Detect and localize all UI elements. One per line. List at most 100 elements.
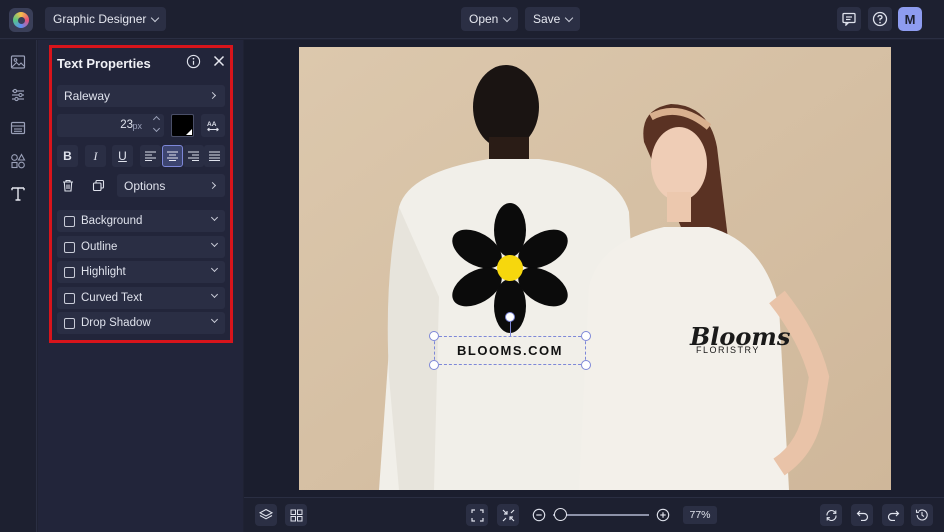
- resize-handle-top-right[interactable]: [581, 331, 591, 341]
- zoom-out-button[interactable]: [532, 508, 546, 527]
- refresh-icon: [825, 509, 837, 521]
- history-button[interactable]: [911, 504, 933, 526]
- top-bar: Graphic Designer Open Save M: [0, 0, 944, 39]
- selected-text-box[interactable]: BLOOMS.COM: [434, 336, 586, 365]
- expand-icon: [470, 508, 484, 522]
- graphics-tool-button[interactable]: [9, 152, 27, 170]
- fit-to-screen-button[interactable]: [466, 504, 488, 526]
- help-button[interactable]: [868, 7, 892, 31]
- save-label: Save: [533, 12, 561, 26]
- resize-handle-top-left[interactable]: [429, 331, 439, 341]
- drop-shadow-checkbox[interactable]: [64, 317, 75, 329]
- selected-text-value: BLOOMS.COM: [457, 343, 563, 358]
- chevron-down-icon: [210, 213, 219, 222]
- image-tool-button[interactable]: [9, 53, 27, 71]
- redo-button[interactable]: [882, 504, 904, 526]
- decrement-icon[interactable]: [152, 124, 161, 133]
- resize-handle-bottom-left[interactable]: [429, 360, 439, 370]
- undo-button[interactable]: [851, 504, 873, 526]
- bold-button[interactable]: B: [57, 145, 78, 167]
- chevron-right-icon: [208, 181, 217, 190]
- chevron-down-icon: [210, 264, 219, 273]
- duplicate-icon: [92, 179, 105, 191]
- background-checkbox[interactable]: [64, 215, 75, 227]
- section-label: Outline: [81, 241, 118, 253]
- trash-icon: [62, 179, 73, 192]
- align-justify-button[interactable]: [204, 145, 225, 167]
- options-button[interactable]: Options: [117, 174, 225, 197]
- font-size-stepper[interactable]: 23 px: [57, 114, 164, 137]
- layers-button[interactable]: [255, 504, 277, 526]
- text-icon: [11, 187, 25, 201]
- chevron-down-icon: [210, 239, 219, 248]
- reset-button[interactable]: [820, 504, 842, 526]
- close-panel-button[interactable]: [212, 54, 226, 73]
- options-label: Options: [124, 178, 166, 193]
- align-justify-icon: [209, 151, 220, 161]
- design-canvas[interactable]: Blooms FLORISTRY BLOOMS.COM: [299, 47, 891, 490]
- text-tool-button[interactable]: [9, 185, 27, 203]
- font-family-selector[interactable]: Raleway: [57, 85, 225, 107]
- letter-spacing-icon: AA: [207, 121, 219, 131]
- app-logo[interactable]: [9, 8, 33, 32]
- increment-icon[interactable]: [152, 115, 161, 124]
- rotate-handle[interactable]: [505, 312, 515, 322]
- chevron-down-icon: [565, 13, 574, 22]
- font-size-value: 23: [120, 119, 133, 131]
- sliders-icon: [12, 88, 24, 102]
- mode-selector-label: Graphic Designer: [53, 12, 147, 26]
- info-button[interactable]: [186, 54, 201, 74]
- undo-icon: [856, 510, 868, 521]
- delete-button[interactable]: [57, 174, 78, 196]
- couple-photo: [299, 47, 891, 490]
- history-icon: [915, 509, 928, 521]
- comments-button[interactable]: [837, 7, 861, 31]
- zoom-in-button[interactable]: [656, 508, 670, 527]
- frames-tool-button[interactable]: [9, 119, 27, 137]
- section-label: Curved Text: [81, 292, 143, 304]
- align-right-button[interactable]: [183, 145, 204, 167]
- help-icon: [872, 11, 888, 27]
- chevron-down-icon: [151, 13, 160, 22]
- section-label: Drop Shadow: [81, 317, 151, 329]
- duplicate-button[interactable]: [88, 174, 109, 196]
- panel-title: Text Properties: [57, 56, 151, 71]
- svg-text:AA: AA: [207, 121, 217, 128]
- highlight-section[interactable]: Highlight: [57, 261, 225, 283]
- text-transform-button[interactable]: AA: [201, 114, 225, 137]
- chevron-down-icon: [503, 13, 512, 22]
- mode-selector[interactable]: Graphic Designer: [45, 7, 167, 31]
- save-menu-button[interactable]: Save: [525, 7, 581, 31]
- align-left-button[interactable]: [140, 145, 161, 167]
- close-icon: [213, 55, 225, 67]
- outline-checkbox[interactable]: [64, 241, 75, 253]
- outline-section[interactable]: Outline: [57, 236, 225, 258]
- drop-shadow-section[interactable]: Drop Shadow: [57, 312, 225, 334]
- shirt-logo-subtext[interactable]: FLORISTRY: [696, 345, 760, 355]
- italic-button[interactable]: I: [85, 145, 106, 167]
- zoom-level-readout[interactable]: 77%: [683, 506, 717, 524]
- layers-icon: [259, 508, 273, 520]
- shrink-icon: [502, 509, 514, 521]
- open-menu-button[interactable]: Open: [461, 7, 519, 31]
- redo-icon: [887, 510, 899, 521]
- highlight-checkbox[interactable]: [64, 266, 75, 278]
- grid-button[interactable]: [285, 504, 307, 526]
- bottom-toolbar: [244, 497, 944, 532]
- section-label: Background: [81, 215, 143, 227]
- user-avatar[interactable]: M: [898, 7, 922, 31]
- zoom-slider-thumb[interactable]: [554, 508, 568, 521]
- align-center-button[interactable]: [162, 145, 183, 167]
- curved-text-checkbox[interactable]: [64, 292, 75, 304]
- align-left-icon: [145, 151, 156, 161]
- zoom-slider-track[interactable]: [553, 514, 649, 516]
- resize-handle-bottom-right[interactable]: [581, 360, 591, 370]
- text-color-swatch[interactable]: [171, 114, 194, 137]
- zoom-in-icon: [656, 508, 670, 522]
- underline-button[interactable]: U: [112, 145, 133, 167]
- adjustments-tool-button[interactable]: [9, 86, 27, 104]
- curved-text-section[interactable]: Curved Text: [57, 287, 225, 309]
- background-section[interactable]: Background: [57, 210, 225, 232]
- align-right-icon: [188, 151, 199, 161]
- actual-size-button[interactable]: [497, 504, 519, 526]
